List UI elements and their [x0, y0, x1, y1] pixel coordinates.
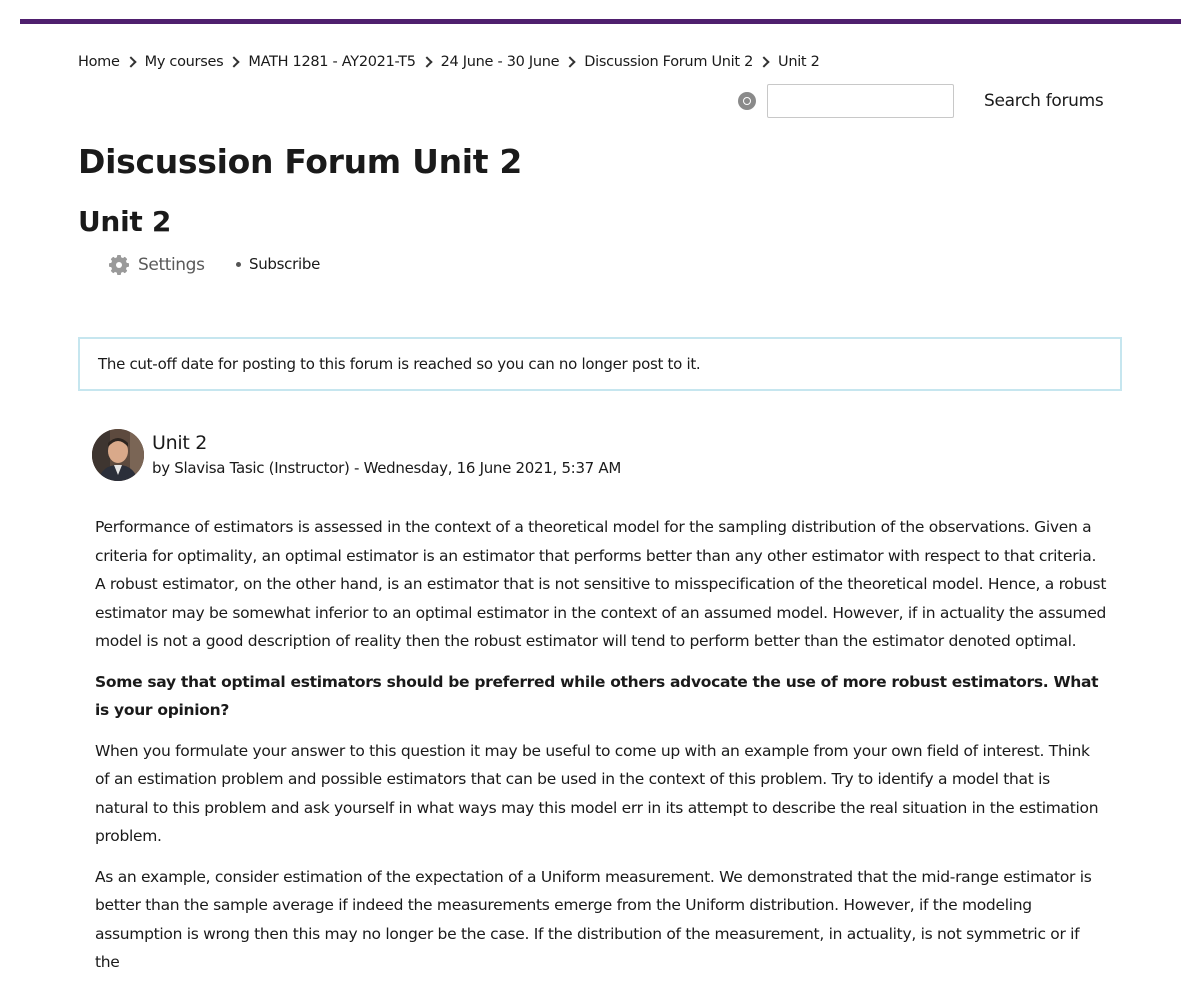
cutoff-notice: The cut-off date for posting to this for… [78, 337, 1122, 391]
search-forums-button[interactable]: Search forums [984, 91, 1104, 111]
breadcrumb-forum[interactable]: Discussion Forum Unit 2 [584, 54, 753, 70]
chevron-right-icon [124, 56, 137, 68]
discussion-title: Unit 2 [78, 205, 172, 238]
search-input[interactable] [767, 84, 954, 118]
post-paragraph: As an example, consider estimation of th… [95, 867, 1092, 972]
settings-label: Settings [138, 255, 205, 275]
top-accent-bar [20, 19, 1181, 24]
post-paragraph: Performance of estimators is assessed in… [95, 518, 1107, 650]
gear-icon [109, 255, 129, 275]
chevron-right-icon [564, 56, 576, 68]
post-body: Performance of estimators is assessed in… [95, 513, 1107, 989]
subscribe-item: Subscribe [236, 255, 320, 273]
post-subject: Unit 2 [152, 432, 208, 454]
chevron-right-icon [420, 56, 433, 68]
avatar[interactable] [92, 429, 144, 481]
breadcrumb: Home My courses MATH 1281 - AY2021-T5 24… [78, 54, 820, 70]
chevron-right-icon [758, 56, 770, 68]
post-question: Some say that optimal estimators should … [95, 672, 1099, 720]
breadcrumb-week[interactable]: 24 June - 30 June [441, 54, 560, 70]
notice-text: The cut-off date for posting to this for… [98, 355, 701, 373]
bullet-icon [236, 261, 241, 267]
subscribe-link[interactable]: Subscribe [249, 255, 320, 273]
post-paragraph: When you formulate your answer to this q… [95, 741, 1099, 846]
breadcrumb-my-courses[interactable]: My courses [145, 54, 224, 70]
chevron-right-icon [228, 56, 241, 68]
settings-menu[interactable]: Settings [109, 255, 205, 275]
breadcrumb-current: Unit 2 [778, 54, 820, 70]
post-author-line: by Slavisa Tasic (Instructor) - Wednesda… [152, 459, 621, 477]
breadcrumb-course[interactable]: MATH 1281 - AY2021-T5 [248, 54, 416, 70]
help-icon[interactable] [738, 92, 756, 110]
breadcrumb-home[interactable]: Home [78, 54, 120, 70]
page-title: Discussion Forum Unit 2 [78, 142, 523, 181]
